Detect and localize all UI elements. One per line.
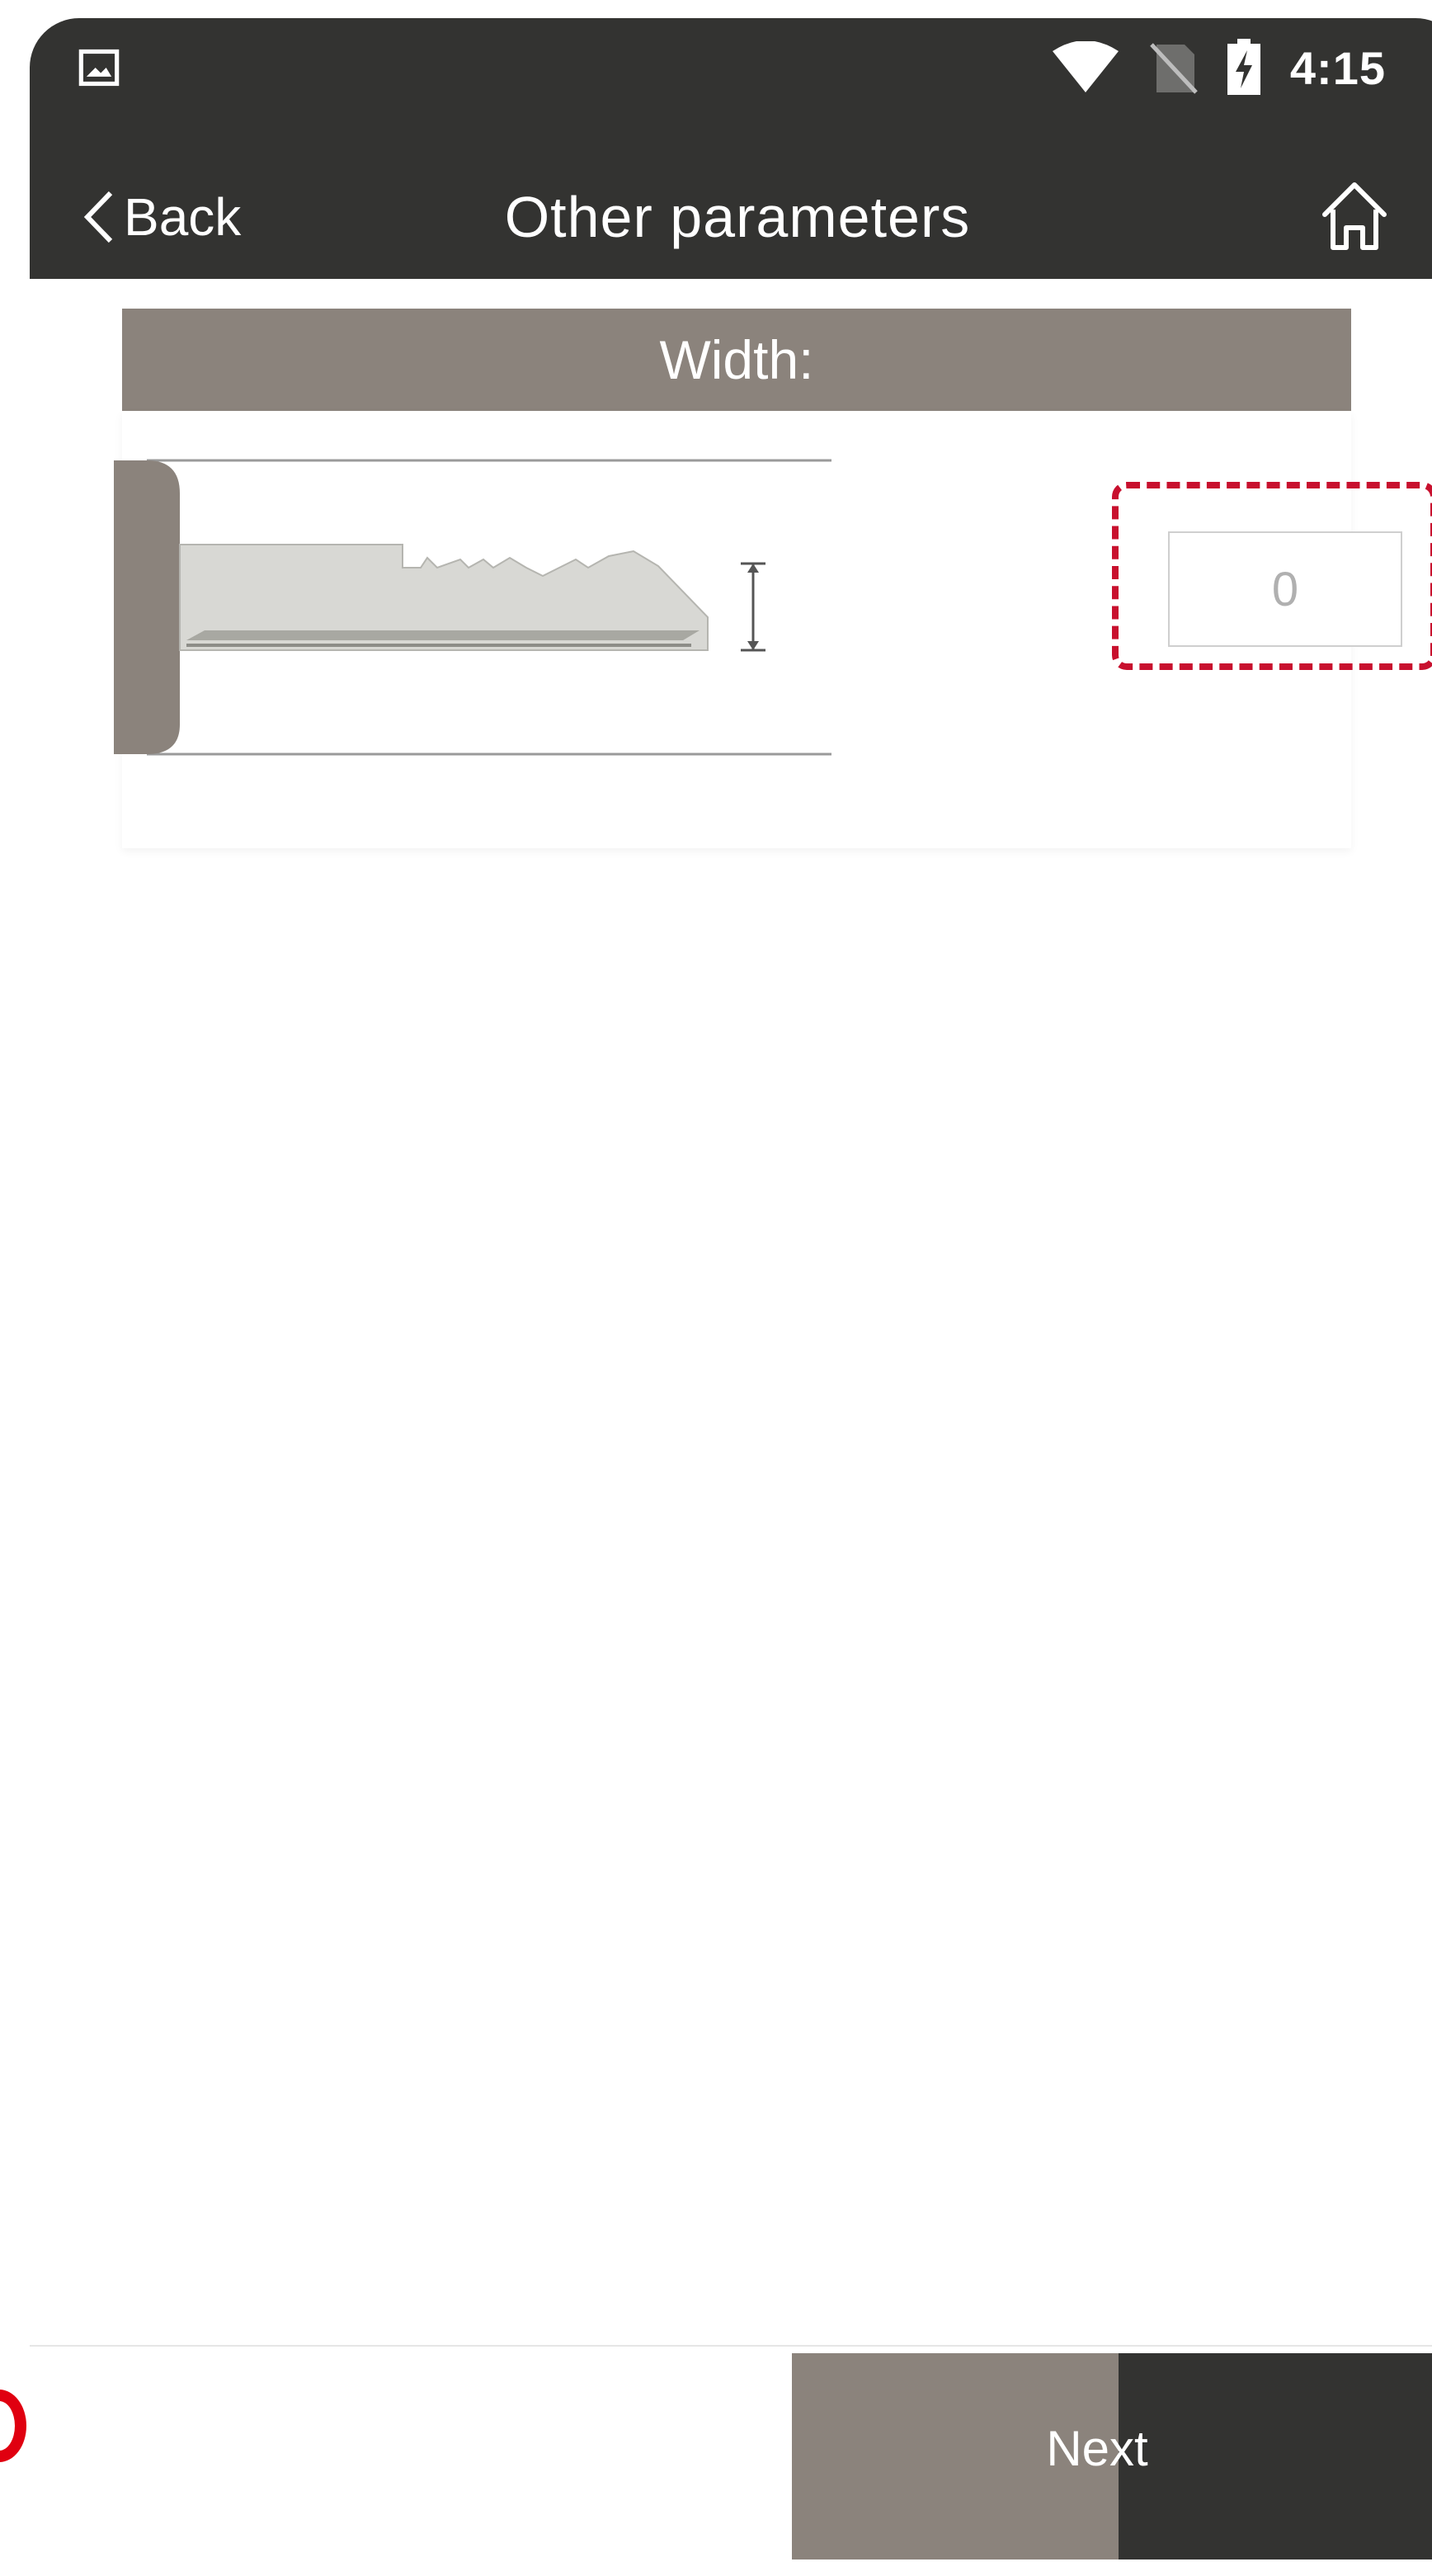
device-screen: 4:15 Back Other parameters Width: 0 Next [30, 18, 1432, 2576]
wifi-icon [1052, 41, 1119, 92]
home-icon[interactable] [1313, 175, 1396, 257]
no-sim-icon [1150, 43, 1198, 94]
image-notification-icon [78, 49, 120, 87]
width-section-header: Width: [122, 309, 1351, 411]
footer-divider [30, 2345, 1432, 2347]
next-button[interactable]: Next [792, 2353, 1432, 2559]
top-bar: 4:15 Back Other parameters [30, 18, 1432, 279]
status-clock: 4:15 [1289, 41, 1386, 94]
left-callout-marker [0, 2390, 26, 2462]
status-icons: 4:15 [1051, 35, 1386, 101]
width-value-input[interactable] [1168, 531, 1402, 647]
width-parameter-card [114, 411, 1432, 848]
chevron-left-icon [83, 191, 113, 243]
back-button[interactable]: Back [81, 172, 241, 262]
next-button-label: Next [1046, 2421, 1148, 2476]
battery-charging-icon [1227, 39, 1260, 95]
back-label: Back [124, 187, 242, 247]
key-width-diagram [114, 459, 831, 756]
